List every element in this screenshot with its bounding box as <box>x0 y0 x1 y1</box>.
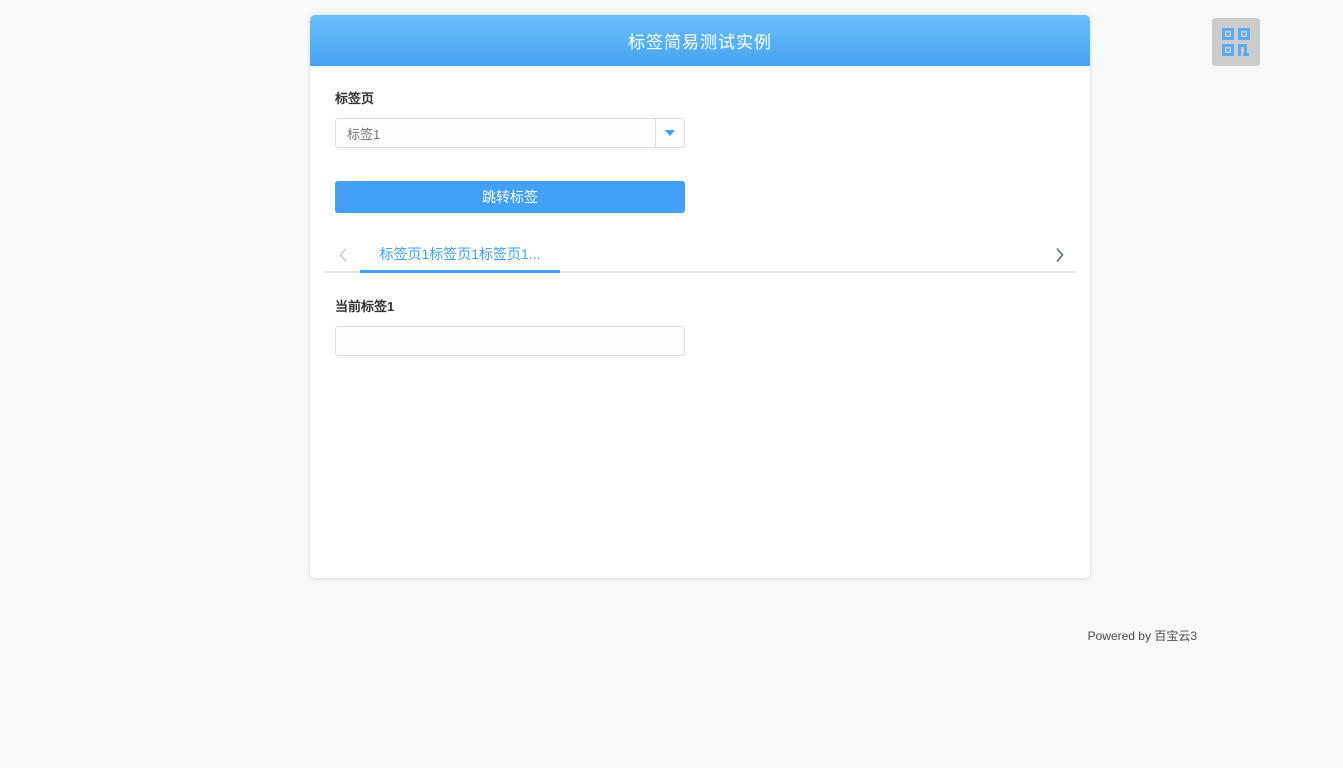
tab-next-button[interactable] <box>1045 246 1075 264</box>
card-body: 标签页 标签1 跳转标签 标签页1标签页1标签页1... 当前标签1 <box>310 66 1090 356</box>
tab-prev-button[interactable] <box>325 246 360 264</box>
current-tab-label: 当前标签1 <box>335 296 1065 315</box>
tab-select-label: 标签页 <box>335 88 1065 107</box>
tab-item-active[interactable]: 标签页1标签页1标签页1... <box>360 238 560 273</box>
current-tab-input[interactable] <box>335 326 685 356</box>
page-title: 标签简易测试实例 <box>628 28 772 53</box>
chevron-right-icon <box>1054 246 1066 264</box>
card-header: 标签简易测试实例 <box>310 15 1090 66</box>
qr-code-button[interactable] <box>1212 18 1260 66</box>
jump-tab-button[interactable]: 跳转标签 <box>335 181 685 213</box>
chevron-left-icon <box>337 246 349 264</box>
main-card: 标签简易测试实例 标签页 标签1 跳转标签 标签页1标签页1标签页1... <box>310 15 1090 578</box>
tab-select-dropdown[interactable]: 标签1 <box>335 118 685 148</box>
qr-code-icon <box>1222 28 1250 56</box>
tab-select-value: 标签1 <box>336 119 655 147</box>
dropdown-arrow-zone[interactable] <box>655 119 684 147</box>
powered-by-text: Powered by 百宝云3 <box>1088 627 1197 644</box>
tab-strip: 标签页1标签页1标签页1... <box>325 238 1075 273</box>
current-tab-group: 当前标签1 <box>335 296 1065 356</box>
caret-down-icon <box>665 130 675 136</box>
